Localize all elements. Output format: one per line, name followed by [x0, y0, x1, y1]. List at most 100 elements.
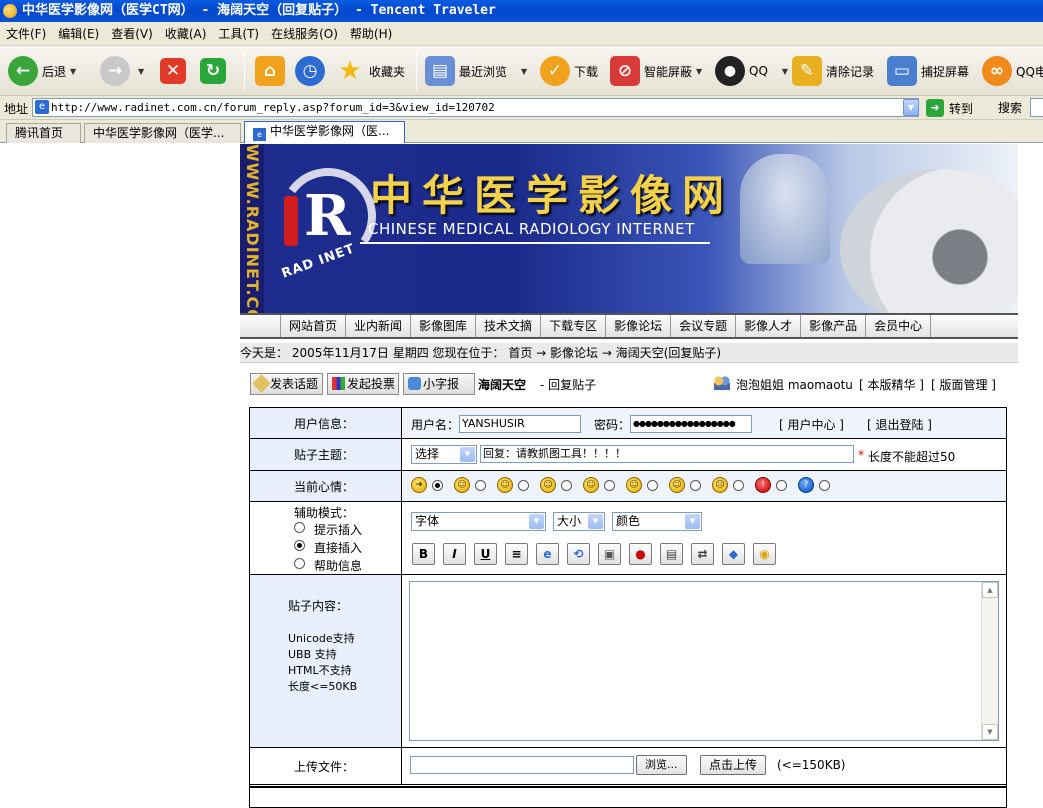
scroll-up-icon[interactable]: ▲	[982, 582, 998, 598]
address-label: 地址	[4, 102, 29, 116]
start-vote-button[interactable]: 发起投票	[327, 373, 399, 395]
url-link-icon[interactable]: e	[536, 543, 559, 565]
menu-file[interactable]: 文件(F)	[0, 22, 52, 46]
textarea-scrollbar[interactable]: ▲ ▼	[981, 582, 998, 740]
forward-button[interactable]: → ▼	[100, 52, 144, 90]
subject-type-select[interactable]: 选择 ▼	[411, 445, 477, 464]
toolbar-separator	[416, 52, 417, 90]
refresh-button[interactable]: ↻	[200, 52, 230, 90]
username-field[interactable]: YANSHUSIR	[459, 415, 581, 433]
bold-button[interactable]: B	[412, 543, 435, 565]
tab-radinet-1[interactable]: 中华医学影像网（医学...	[84, 123, 241, 143]
menu-view[interactable]: 查看(V)	[105, 22, 159, 46]
stop-button[interactable]: ✕	[160, 52, 190, 90]
online-user[interactable]: 泡泡姐姐 maomaotu	[736, 376, 853, 393]
mood-radio-9[interactable]	[776, 480, 787, 491]
browse-button[interactable]: 浏览...	[636, 755, 687, 775]
user-info-row: 用户信息： 用户名： YANSHUSIR 密码： ●●●●●●●●●●●●●●●…	[250, 408, 1006, 439]
password-field[interactable]: ●●●●●●●●●●●●●●●●●	[630, 415, 752, 433]
menu-online[interactable]: 在线服务(O)	[265, 22, 344, 46]
upload-file-field[interactable]	[410, 756, 634, 774]
flash-insert-icon[interactable]: ●	[629, 543, 652, 565]
nav-news[interactable]: 业内新闻	[346, 315, 412, 337]
tab-tencent-home[interactable]: 腾讯首页	[6, 123, 81, 143]
chevron-down-icon[interactable]: ▼	[138, 67, 144, 76]
chevron-down-icon[interactable]: ▼	[521, 67, 527, 76]
nav-tech[interactable]: 技术文摘	[476, 315, 542, 337]
nav-download[interactable]: 下载专区	[541, 315, 607, 337]
realplay-insert-icon[interactable]: ◉	[753, 543, 776, 565]
media-insert-icon[interactable]: ◆	[722, 543, 745, 565]
code-insert-icon[interactable]: ▤	[660, 543, 683, 565]
underline-button[interactable]: U	[474, 543, 497, 565]
chevron-down-icon[interactable]: ▼	[782, 67, 788, 76]
nav-home[interactable]: 网站首页	[280, 315, 347, 337]
subject-field[interactable]: 回复：请教抓图工具！！！！	[480, 445, 854, 463]
favorites-button[interactable]: ★ 收藏夹	[335, 52, 405, 90]
menu-edit[interactable]: 编辑(E)	[52, 22, 105, 46]
quote-insert-icon[interactable]: ⇄	[691, 543, 714, 565]
capture-screen-button[interactable]: ▭ 捕捉屏幕	[887, 52, 969, 90]
logo-r-mark: R	[304, 183, 351, 249]
smart-block-button[interactable]: ⊘ 智能屏蔽 ▼	[610, 52, 702, 90]
assist-radio-hint[interactable]	[294, 522, 305, 533]
qq-button[interactable]: ● QQ ▼	[715, 52, 788, 90]
download-button[interactable]: ✓ 下载	[540, 52, 598, 90]
user-center-link[interactable]: [ 用户中心 ]	[779, 416, 844, 433]
assist-radio-help[interactable]	[294, 558, 305, 569]
chevron-down-icon[interactable]: ▼	[696, 67, 702, 76]
menu-help[interactable]: 帮助(H)	[344, 22, 398, 46]
nav-products[interactable]: 影像产品	[801, 315, 867, 337]
mood-radio-2[interactable]	[475, 480, 486, 491]
back-button[interactable]: ← 后退 ▼	[8, 52, 76, 90]
nav-meeting[interactable]: 会议专题	[671, 315, 737, 337]
email-link-icon[interactable]: ⟲	[567, 543, 590, 565]
clear-records-button[interactable]: ✎ 清除记录	[792, 52, 874, 90]
mood-radio-10[interactable]	[819, 480, 830, 491]
size-select[interactable]: 大小 ▼	[553, 512, 605, 531]
tab-radinet-active[interactable]: e 中华医学影像网（医...	[244, 121, 405, 143]
mood-radio-1[interactable]	[432, 480, 443, 491]
go-button[interactable]: ➜ 转到	[926, 99, 973, 117]
recent-button[interactable]: ▤ 最近浏览 ▼	[425, 52, 527, 90]
post-topic-button[interactable]: 发表话题	[250, 373, 323, 395]
home-button[interactable]: ⌂	[255, 52, 289, 90]
small-news-button[interactable]: 小字报	[403, 373, 475, 395]
star-icon: ★	[338, 56, 362, 86]
address-dropdown-icon[interactable]: ▼	[903, 99, 919, 116]
mood-radio-7[interactable]	[690, 480, 701, 491]
mood-radio-8[interactable]	[733, 480, 744, 491]
assist-radio-direct[interactable]	[294, 540, 305, 551]
nav-gallery[interactable]: 影像图库	[411, 315, 477, 337]
chevron-down-icon[interactable]: ▼	[70, 67, 76, 76]
mood-radio-6[interactable]	[647, 480, 658, 491]
nav-jobs[interactable]: 影像人才	[736, 315, 802, 337]
assist-tools-cell: 字体 ▼ 大小 ▼ 颜色 ▼ B I U ≡ e ⟲ ▣ ● ▤ ⇄ ◆ ◉	[403, 502, 1006, 574]
manage-link[interactable]: [ 版面管理 ]	[931, 376, 996, 393]
logout-link[interactable]: [ 退出登陆 ]	[867, 416, 932, 433]
center-button[interactable]: ≡	[505, 543, 528, 565]
menu-favorites[interactable]: 收藏(A)	[159, 22, 213, 46]
upload-button[interactable]: 点击上传	[700, 755, 767, 775]
color-select[interactable]: 颜色 ▼	[612, 512, 702, 531]
search-input[interactable]	[1030, 98, 1043, 117]
nav-forum[interactable]: 影像论坛	[606, 315, 672, 337]
scroll-down-icon[interactable]: ▼	[982, 724, 998, 740]
subject-cell: 选择 ▼ 回复：请教抓图工具！！！！ * 长度不能超过50	[403, 439, 1006, 470]
italic-button[interactable]: I	[443, 543, 466, 565]
mood-cell: ➜ ☺ ☺ ☺ ☺ ☺ ☺ ☹ ! ?	[403, 471, 1006, 501]
content-textarea[interactable]: ▲ ▼	[409, 581, 999, 741]
elite-link[interactable]: [ 本版精华 ]	[859, 376, 924, 393]
image-insert-icon[interactable]: ▣	[598, 543, 621, 565]
menu-tools[interactable]: 工具(T)	[212, 22, 265, 46]
font-select[interactable]: 字体 ▼	[411, 512, 546, 531]
board-name[interactable]: 海阔天空	[478, 376, 526, 393]
reply-mode: - 回复贴子	[540, 378, 597, 392]
address-input[interactable]: e http://www.radinet.com.cn/forum_reply.a…	[32, 98, 919, 117]
nav-members[interactable]: 会员中心	[866, 315, 932, 337]
qqmail-button[interactable]: ∞QQ电	[982, 52, 1043, 90]
mood-radio-4[interactable]	[561, 480, 572, 491]
mood-radio-5[interactable]	[604, 480, 615, 491]
history-button[interactable]: ◷	[295, 52, 329, 90]
mood-radio-3[interactable]	[518, 480, 529, 491]
